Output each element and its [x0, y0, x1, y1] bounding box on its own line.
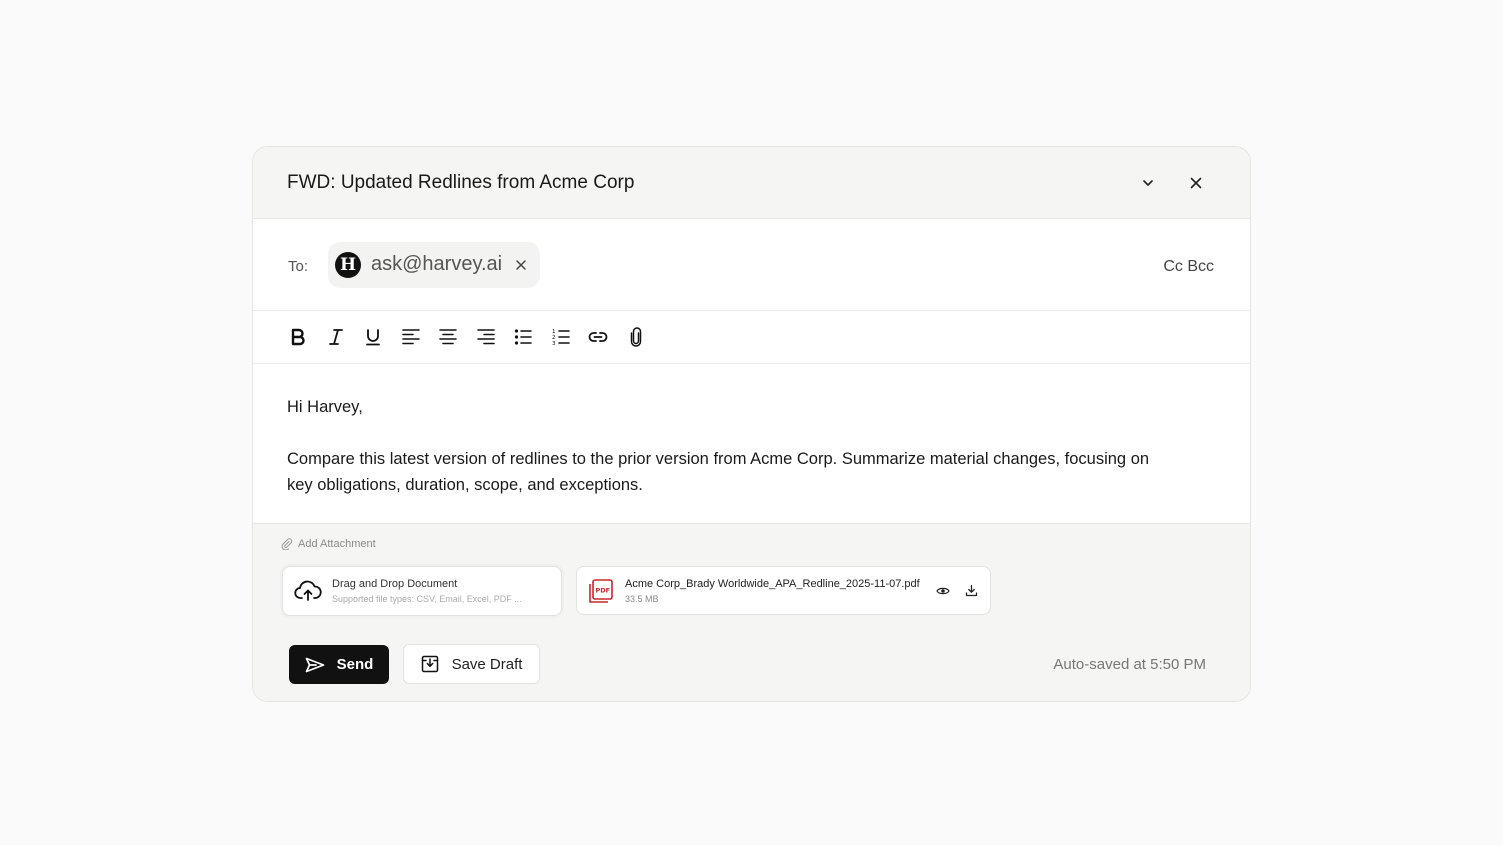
add-attachment-link[interactable]: Add Attachment [281, 538, 376, 550]
recipients-row: To: H ask@harvey.ai Cc Bcc [253, 219, 1250, 311]
drop-zone-subtitle: Supported file types: CSV, Email, Excel,… [332, 594, 522, 604]
italic-icon[interactable] [325, 326, 347, 348]
to-label: To: [288, 258, 309, 275]
bullet-list-icon[interactable] [512, 326, 534, 348]
send-button[interactable]: Send [289, 645, 389, 684]
formatting-toolbar: 123 [253, 311, 1250, 364]
eye-icon[interactable] [934, 582, 952, 600]
paperclip-icon[interactable] [625, 326, 647, 348]
drop-zone[interactable]: Drag and Drop Document Supported file ty… [282, 566, 562, 616]
recipient-email: ask@harvey.ai [371, 253, 503, 275]
numbered-list-icon[interactable]: 123 [550, 326, 572, 348]
recipient-chip[interactable]: H ask@harvey.ai [328, 241, 541, 288]
save-draft-label: Save Draft [451, 655, 523, 673]
chevron-down-icon[interactable] [1136, 171, 1160, 195]
align-left-icon[interactable] [400, 326, 422, 348]
remove-recipient-icon[interactable] [514, 258, 528, 272]
cloud-upload-icon [294, 580, 322, 601]
attachments-section: Add Attachment Drag and Drop Document Su… [253, 523, 1250, 701]
cc-link[interactable]: Cc [1163, 258, 1183, 275]
pdf-file-icon: PDF [589, 578, 613, 603]
subject-title: FWD: Updated Redlines from Acme Corp [287, 171, 635, 193]
svg-text:PDF: PDF [596, 586, 611, 594]
attachment-file-card: PDF Acme Corp_Brady Worldwide_APA_Redlin… [576, 566, 991, 615]
bold-icon[interactable] [287, 326, 309, 348]
download-icon[interactable] [962, 582, 980, 600]
bcc-link[interactable]: Bcc [1187, 258, 1214, 275]
avatar: H [335, 251, 361, 278]
greeting-text: Hi Harvey, [287, 398, 363, 416]
underline-icon[interactable] [362, 326, 384, 348]
paperclip-icon [281, 538, 293, 550]
body-paragraph: Compare this latest version of redlines … [287, 450, 1150, 494]
send-icon [305, 657, 325, 672]
composer-header: FWD: Updated Redlines from Acme Corp [253, 147, 1250, 219]
message-body[interactable]: Hi Harvey, Compare this latest version o… [253, 364, 1250, 522]
save-draft-button[interactable]: Save Draft [403, 644, 540, 684]
autosave-status: Auto-saved at 5:50 PM [1053, 656, 1206, 673]
align-right-icon[interactable] [475, 326, 497, 348]
align-center-icon[interactable] [437, 326, 459, 348]
link-icon[interactable] [587, 326, 609, 348]
add-attachment-label: Add Attachment [298, 538, 376, 550]
file-size: 33.5 MB [625, 593, 659, 604]
file-name: Acme Corp_Brady Worldwide_APA_Redline_20… [625, 577, 920, 590]
drop-zone-title: Drag and Drop Document [332, 578, 458, 590]
save-draft-icon [421, 655, 438, 673]
cc-bcc-links: Cc Bcc [1163, 258, 1214, 276]
svg-text:3: 3 [552, 341, 556, 346]
email-composer: FWD: Updated Redlines from Acme Corp To:… [252, 146, 1251, 702]
close-icon[interactable] [1184, 171, 1208, 195]
send-label: Send [336, 656, 374, 673]
